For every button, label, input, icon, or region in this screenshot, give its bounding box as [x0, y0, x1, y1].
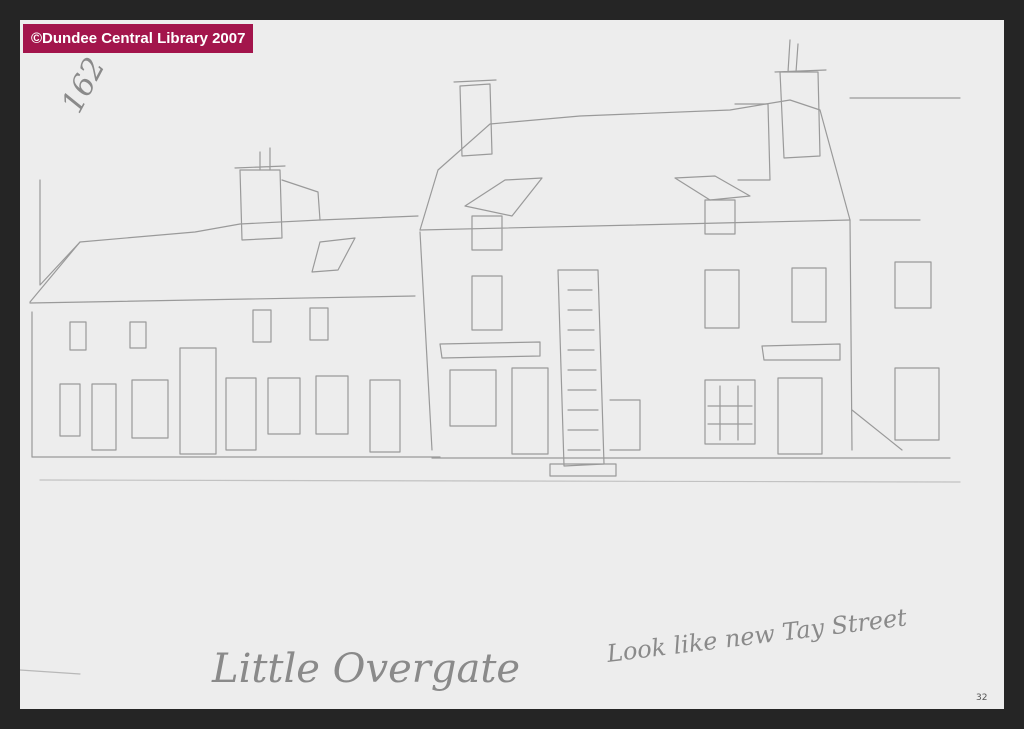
left-chimney	[239, 169, 283, 241]
left-building-roof	[29, 215, 419, 303]
page-number: 32	[976, 693, 987, 703]
caption-right: Look like new Tay Street	[604, 603, 908, 668]
image-frame: 162 Little Overgate Look like new Tay St…	[0, 0, 1024, 729]
caption-left: Little Overgate	[211, 646, 520, 692]
copyright-watermark: ©Dundee Central Library 2007	[23, 24, 254, 53]
corner-number: 162	[55, 52, 113, 119]
central-doorway	[557, 269, 605, 467]
central-chimney	[459, 83, 493, 157]
pencil-sketch-drawing: 162 Little Overgate Look like new Tay St…	[20, 39, 987, 703]
pencil-sketch-paper: 162 Little Overgate Look like new Tay St…	[20, 20, 1004, 709]
